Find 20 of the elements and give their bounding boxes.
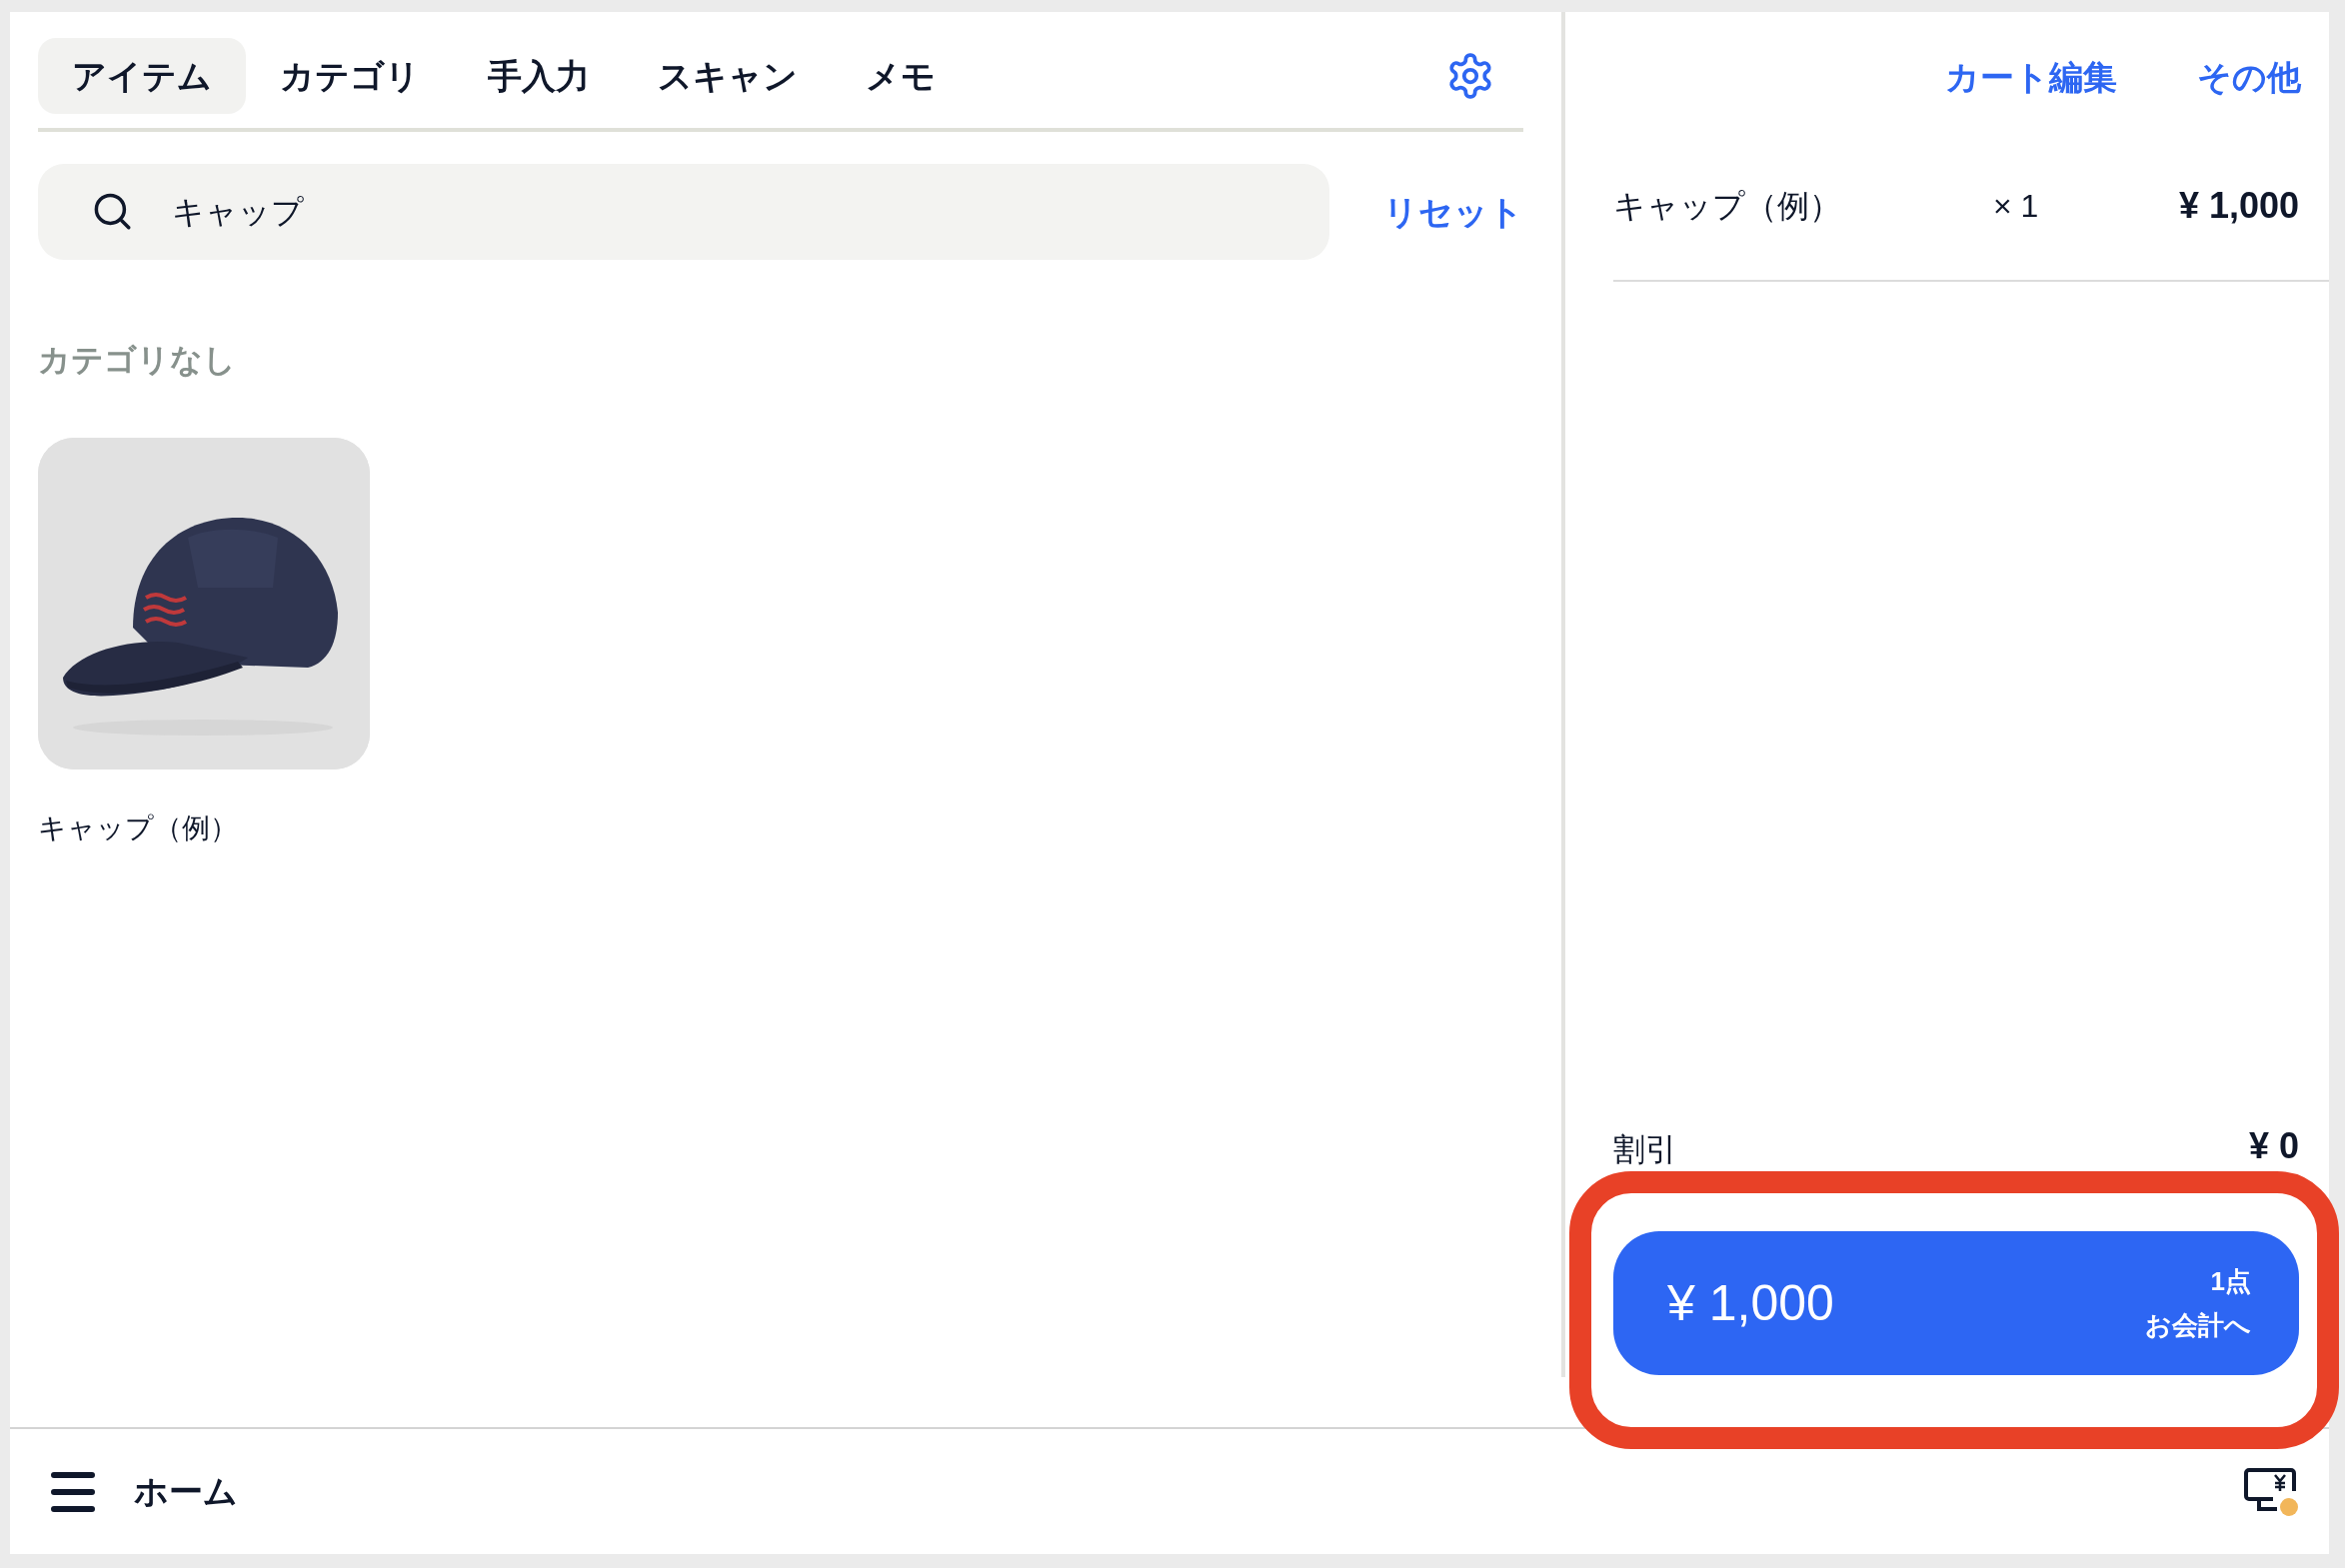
discount-label: 割引 [1613, 1130, 1677, 1169]
discount-amount: ¥ 0 [2248, 1124, 2299, 1168]
tab[interactable]: 手入力 [454, 38, 624, 114]
cart-action-link[interactable]: カート編集 [1945, 51, 2117, 103]
category-heading: カテゴリなし [38, 341, 237, 380]
tab[interactable]: カテゴリ [246, 38, 454, 114]
tab[interactable]: メモ [832, 38, 970, 114]
search-field[interactable]: キャップ [38, 164, 1329, 260]
home-title: ホーム [134, 1471, 238, 1512]
register-icon[interactable] [2243, 1466, 2299, 1517]
reset-link[interactable]: リセット [1383, 186, 1523, 238]
checkout-button[interactable]: ¥ 1,000 1点 お会計へ [1613, 1231, 2299, 1375]
tab[interactable]: スキャン [624, 38, 832, 114]
cart-item-quantity: × 1 [1993, 187, 2039, 226]
cart-action-link[interactable]: その他 [2197, 51, 2301, 103]
cart-item-name: キャップ（例） [1613, 187, 1842, 226]
product-name: キャップ（例） [38, 811, 239, 845]
tab[interactable]: アイテム [38, 38, 246, 114]
menu-icon[interactable] [50, 1470, 96, 1513]
cart-item-price: ¥ 1,000 [2178, 184, 2299, 228]
